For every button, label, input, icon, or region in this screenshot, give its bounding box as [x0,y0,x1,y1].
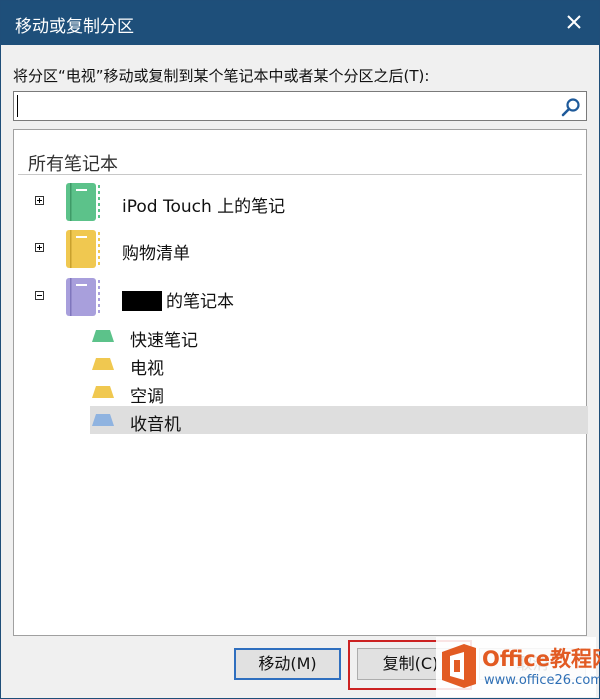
notebook-item[interactable]: iPod Touch 上的笔记 [14,182,586,222]
office-logo-icon [442,644,476,688]
collapse-icon[interactable] [35,291,44,300]
notebook-label: 购物清单 [122,244,190,264]
section-label: 空调 [130,387,164,407]
watermark: Office教程网 www.office26.com [436,637,600,697]
close-icon [567,15,581,29]
search-box [13,91,587,121]
notebook-icon [66,278,100,316]
notebook-tree: 所有笔记本 iPod Touch 上的笔记 购物清单 的笔记本 快速笔记 电视 … [13,129,588,636]
section-tab-icon [92,330,114,342]
title-bar: 移动或复制分区 [1,1,599,45]
instruction-label: 将分区“电视”移动或复制到某个笔记本中或者某个分区之后(T): [13,67,430,85]
tree-divider [18,174,582,175]
notebook-label: 的笔记本 [122,287,234,312]
move-copy-section-dialog: 移动或复制分区 将分区“电视”移动或复制到某个笔记本中或者某个分区之后(T): … [0,0,600,699]
section-item[interactable]: 快速笔记 [90,322,588,351]
close-button[interactable] [559,7,589,37]
notebook-label: iPod Touch 上的笔记 [122,197,286,217]
section-label: 收音机 [130,415,181,435]
section-item[interactable]: 电视 [90,350,588,379]
search-button[interactable] [560,96,582,118]
section-tab-icon [92,358,114,370]
notebook-icon [66,230,100,268]
expand-icon[interactable] [35,243,44,252]
section-tab-icon [92,386,114,398]
watermark-url: www.office26.com [484,673,600,688]
notebook-item[interactable]: 购物清单 [14,229,586,269]
tree-header: 所有笔记本 [28,154,118,175]
watermark-title: Office教程网 [482,647,600,671]
notebook-label-text: 的笔记本 [166,292,234,312]
dialog-title: 移动或复制分区 [15,17,134,37]
search-input[interactable] [17,95,548,117]
move-button[interactable]: 移动(M) [234,648,341,680]
redacted-name [122,291,162,311]
section-label: 电视 [130,359,164,379]
section-label: 快速笔记 [130,331,198,351]
section-tab-icon [92,414,114,426]
section-item[interactable]: 空调 [90,378,588,407]
search-icon [561,98,580,117]
notebook-icon [66,183,100,221]
notebook-item[interactable]: 的笔记本 [14,277,586,317]
expand-icon[interactable] [35,196,44,205]
section-item-selected[interactable]: 收音机 [90,406,588,435]
